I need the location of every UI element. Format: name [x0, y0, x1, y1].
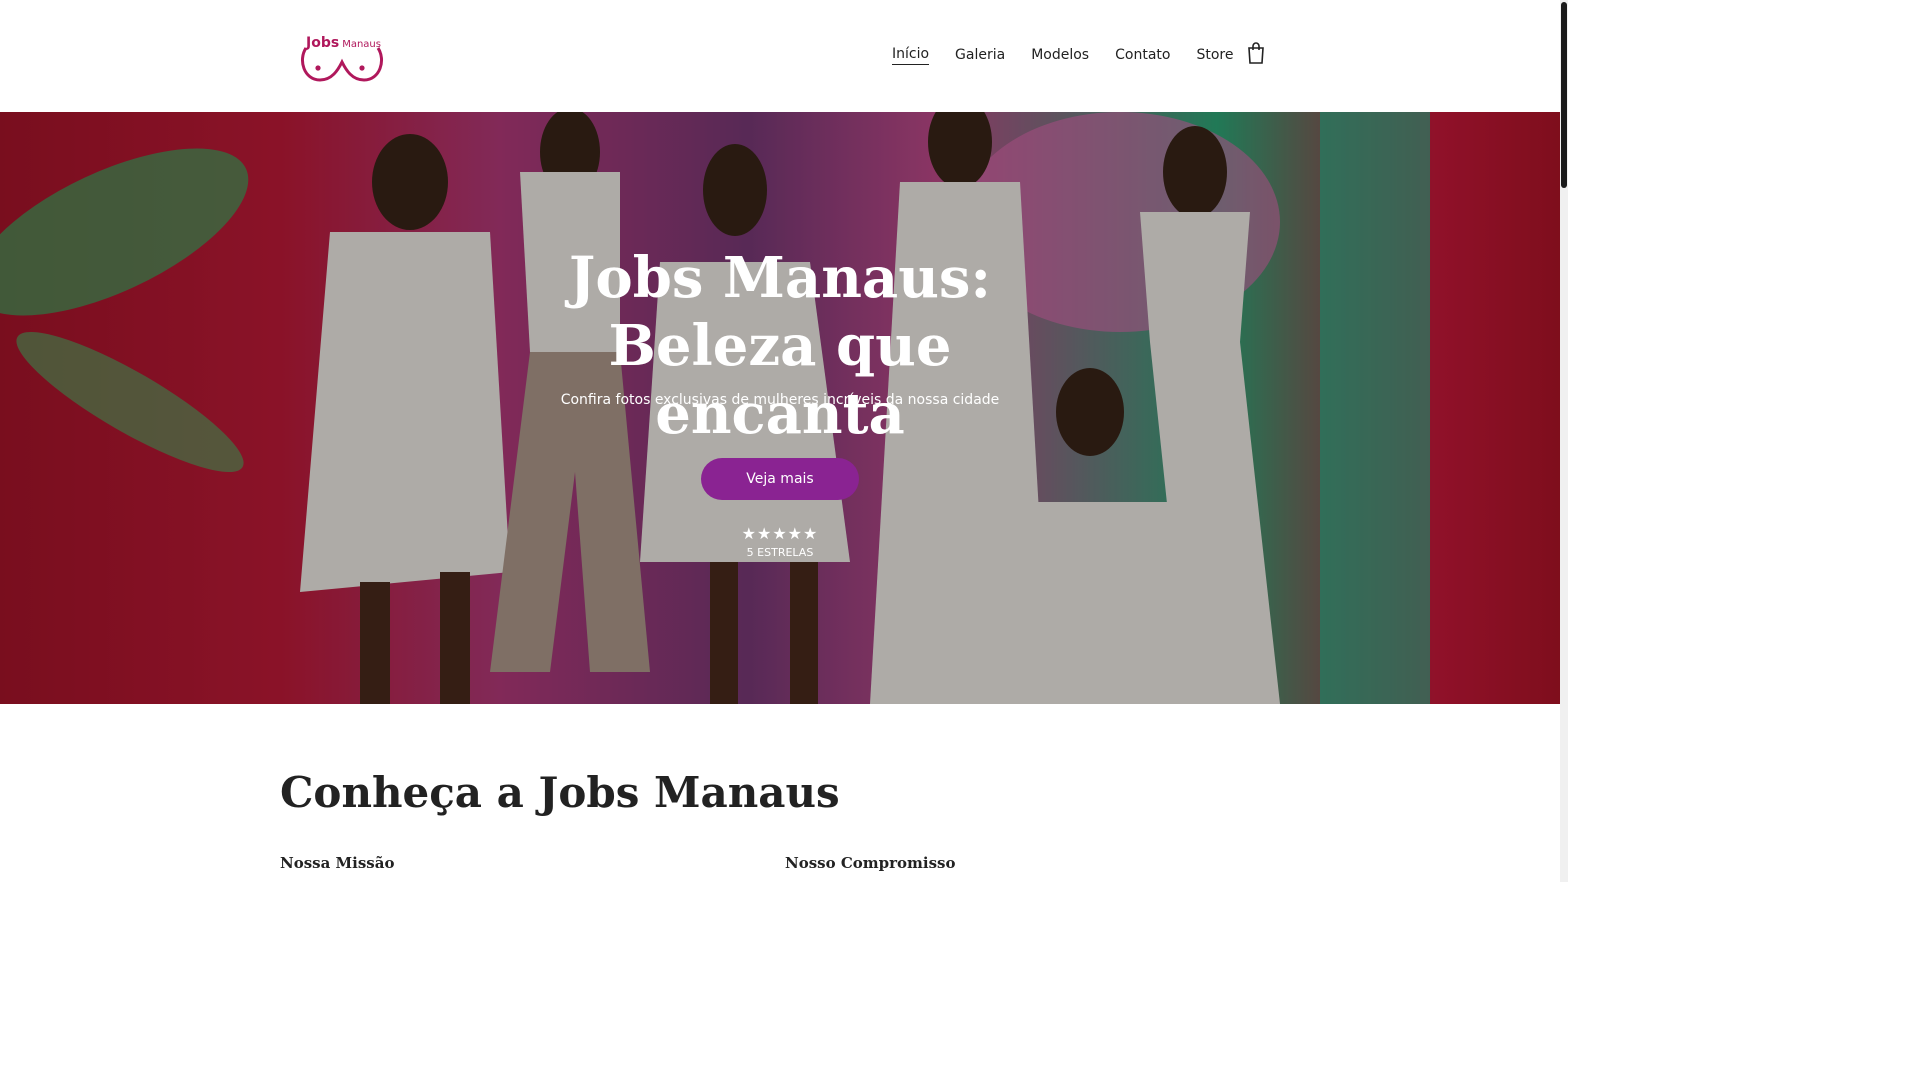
hero-title: Jobs Manaus: Beleza que encanta [568, 245, 992, 447]
star-rating: ★★★★★ [741, 524, 819, 543]
commitment-title: Nosso Compromisso [785, 854, 956, 872]
nav-item-store[interactable]: Store [1196, 47, 1233, 65]
nav-item-inicio[interactable]: Início [892, 46, 930, 65]
site-header: Jobs Manaus Início Galeria Modelos Contat… [0, 0, 1560, 112]
veja-mais-button[interactable]: Veja mais [701, 458, 859, 500]
nav-item-contato[interactable]: Contato [1115, 47, 1170, 65]
main-nav: Início Galeria Modelos Contato Store [892, 46, 1259, 65]
shopping-bag-icon[interactable] [1246, 42, 1266, 64]
nav-item-modelos[interactable]: Modelos [1031, 47, 1089, 65]
about-title: Conheça a Jobs Manaus [280, 768, 840, 817]
hero-subtitle: Confira fotos exclusivas de mulheres inc… [560, 392, 1000, 408]
mission-title: Nossa Missão [280, 854, 395, 872]
nav-item-galeria[interactable]: Galeria [955, 47, 1005, 65]
site-logo[interactable]: Jobs Manaus [298, 32, 386, 86]
hero-section: Jobs Manaus: Beleza que encanta Confira … [0, 112, 1560, 704]
scrollbar-thumb[interactable] [1561, 2, 1567, 188]
star-rating-label: 5 ESTRELAS [746, 546, 814, 559]
logo-graphic [301, 47, 383, 82]
